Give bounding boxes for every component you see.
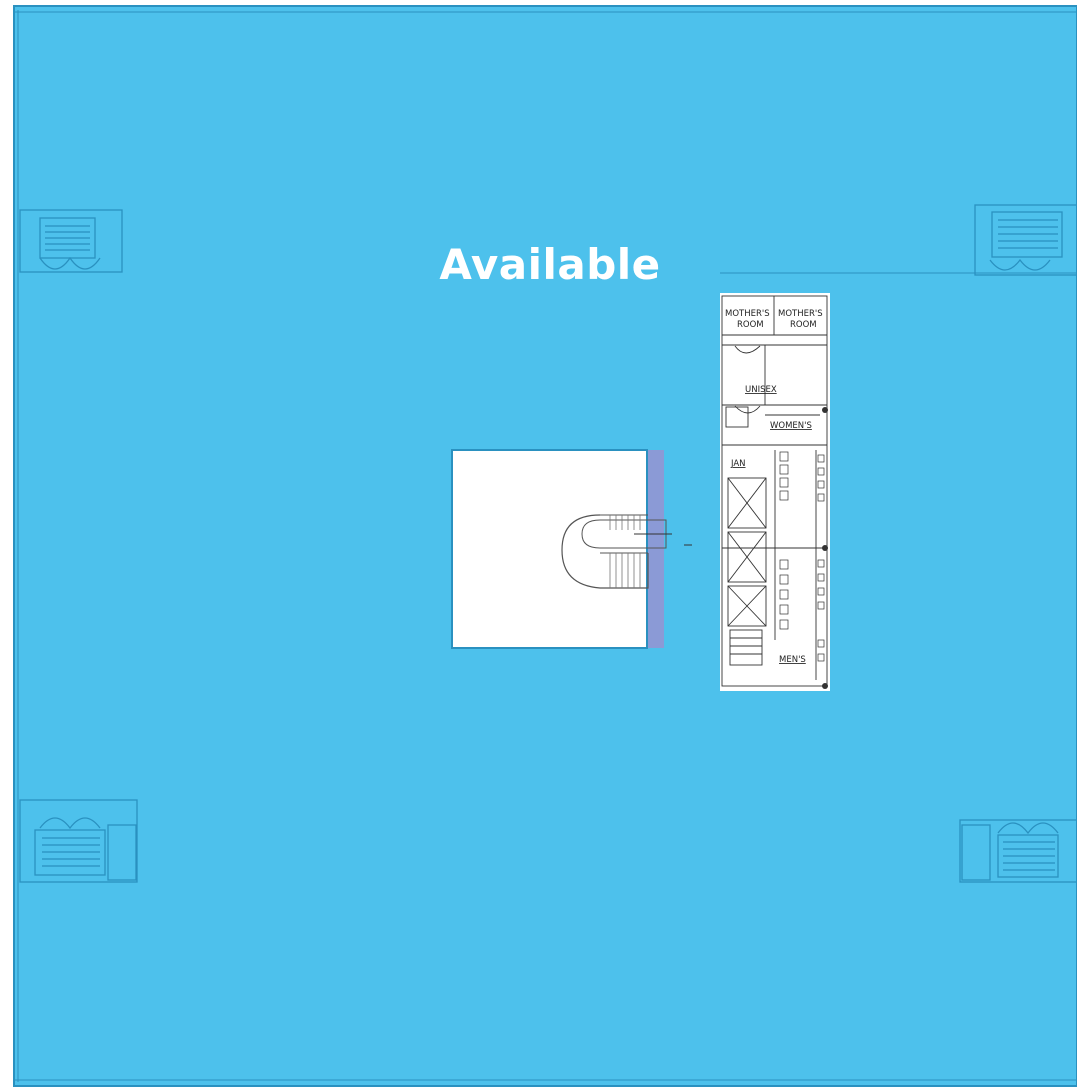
core-label-unisex: UNISEX [745, 385, 777, 395]
core-label-room-1: ROOM [737, 320, 764, 330]
core-label-mothers-2: MOTHER'S [778, 309, 823, 319]
core-label-room-2: ROOM [790, 320, 817, 330]
core-label-mens: MEN'S [779, 655, 806, 665]
floor-plan: MOTHER'S MOTHER'S ROOM ROOM UNISEX WOMEN… [13, 5, 1077, 1087]
availability-label: Available [439, 240, 661, 289]
core-label-mothers-1: MOTHER'S [725, 309, 770, 319]
atrium-stair-block [451, 449, 692, 649]
core-label-womens: WOMEN'S [770, 421, 812, 431]
core-label-jan: JAN [730, 459, 746, 469]
building-core: MOTHER'S MOTHER'S ROOM ROOM UNISEX WOMEN… [720, 293, 830, 691]
